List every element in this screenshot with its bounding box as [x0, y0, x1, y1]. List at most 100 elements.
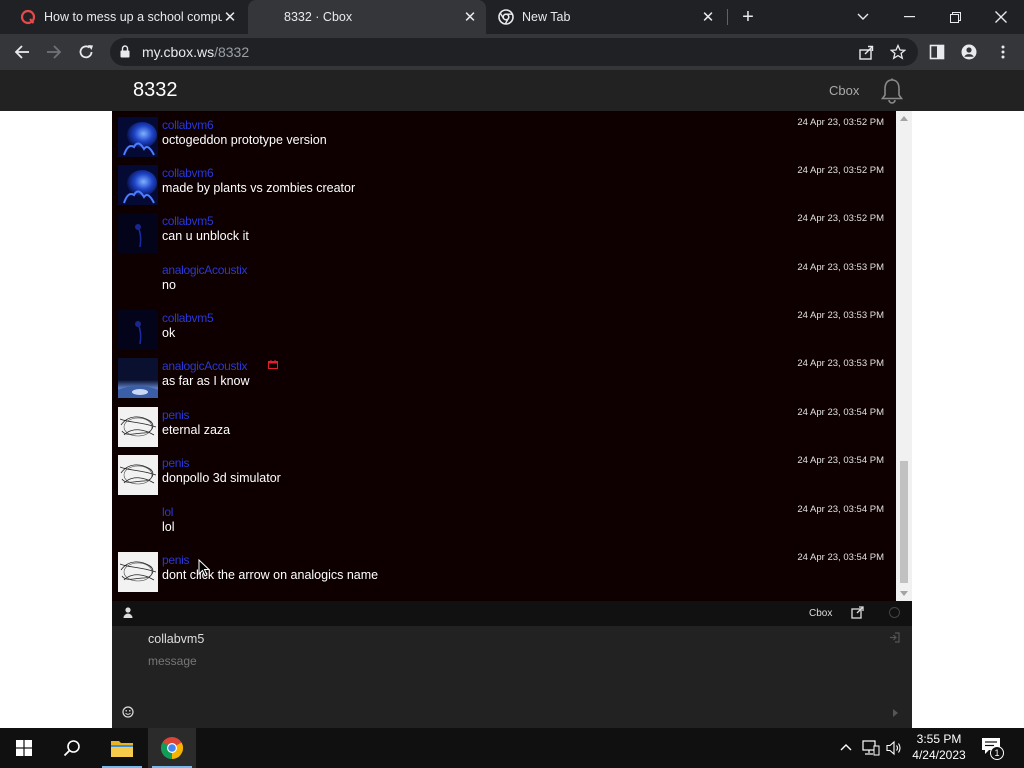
restore-button[interactable] — [932, 0, 978, 34]
network-icon[interactable] — [862, 740, 880, 756]
share-icon[interactable] — [858, 44, 874, 60]
scroll-thumb[interactable] — [900, 461, 908, 583]
message-username[interactable]: penis — [162, 456, 190, 470]
tab-new-tab[interactable]: New Tab ✕ — [488, 0, 724, 34]
message-row: penis eternal zaza 24 Apr 23, 03:54 PM — [112, 401, 896, 449]
tab-title: 8332 · Cbox — [284, 10, 353, 24]
user-icon[interactable] — [123, 607, 133, 618]
url-host: my.cbox.ws — [142, 44, 215, 60]
avatar[interactable] — [118, 117, 158, 157]
emoji-icon[interactable] — [122, 706, 134, 718]
message-time: 24 Apr 23, 03:52 PM — [797, 213, 884, 224]
cbox-label[interactable]: Cbox — [809, 608, 832, 619]
volume-icon[interactable] — [886, 740, 902, 756]
close-window-button[interactable] — [978, 0, 1024, 34]
sign-in-icon[interactable] — [889, 632, 900, 643]
tab-quora[interactable]: How to mess up a school computer ✕ — [0, 0, 246, 34]
message-username[interactable]: analogicAcoustix — [162, 359, 248, 373]
arrow-left-icon — [14, 45, 29, 59]
calendar-badge-icon[interactable] — [268, 360, 278, 369]
restore-icon — [949, 11, 961, 23]
avatar[interactable] — [118, 455, 158, 495]
message-row: collabvm6 octogeddon prototype version 2… — [112, 111, 896, 159]
message-list[interactable]: collabvm6 octogeddon prototype version 2… — [112, 111, 896, 601]
message-text: dont click the arrow on analogics name — [162, 568, 379, 582]
close-tab-icon[interactable]: ✕ — [700, 9, 716, 26]
scroll-down-arrow[interactable] — [900, 591, 908, 596]
back-button[interactable] — [8, 38, 36, 66]
message-row: penis donpollo 3d simulator 24 Apr 23, 0… — [112, 449, 896, 497]
message-row: penis dont click the arrow on analogics … — [112, 546, 896, 594]
message-time: 24 Apr 23, 03:53 PM — [797, 310, 884, 321]
avatar[interactable] — [118, 165, 158, 205]
compose-area: collabvm5 — [112, 626, 912, 728]
message-time: 24 Apr 23, 03:54 PM — [797, 552, 884, 563]
avatar[interactable] — [118, 358, 158, 398]
chrome-taskbar-button[interactable] — [148, 728, 196, 768]
compose-username[interactable]: collabvm5 — [148, 632, 204, 646]
message-scrollbar[interactable] — [896, 111, 912, 601]
minimize-button[interactable] — [886, 0, 932, 34]
message-input[interactable] — [144, 650, 844, 672]
send-arrow-icon[interactable] — [893, 709, 898, 717]
chat-frame: collabvm6 octogeddon prototype version 2… — [112, 111, 912, 728]
bookmark-star-icon[interactable] — [890, 44, 906, 60]
new-tab-button[interactable]: + — [738, 7, 758, 27]
message-username[interactable]: penis — [162, 553, 190, 567]
forward-button[interactable] — [40, 38, 68, 66]
avatar[interactable] — [118, 310, 158, 350]
message-username[interactable]: collabvm6 — [162, 118, 214, 132]
tab-strip: How to mess up a school computer ✕ 8332 … — [0, 0, 1024, 34]
chat-toolbar: Cbox — [112, 601, 912, 626]
close-tab-icon[interactable]: ✕ — [462, 9, 478, 26]
menu-kebab-icon[interactable] — [995, 44, 1011, 60]
windows-logo-icon — [16, 740, 32, 756]
tab-search-button[interactable] — [840, 0, 886, 34]
message-time: 24 Apr 23, 03:53 PM — [797, 262, 884, 273]
message-text: made by plants vs zombies creator — [162, 181, 356, 195]
message-row: analogicAcoustix no 24 Apr 23, 03:53 PM — [112, 256, 896, 304]
tab-title: New Tab — [522, 10, 571, 24]
close-tab-icon[interactable]: ✕ — [222, 9, 238, 26]
chevron-up-icon[interactable] — [840, 743, 852, 751]
lock-icon[interactable] — [120, 45, 130, 58]
start-button[interactable] — [0, 728, 48, 768]
cbox-link[interactable]: Cbox — [829, 83, 859, 98]
message-row: collabvm6 made by plants vs zombies crea… — [112, 159, 896, 207]
message-time: 24 Apr 23, 03:54 PM — [797, 455, 884, 466]
bell-icon[interactable] — [880, 78, 904, 104]
mouse-cursor-icon — [198, 559, 210, 577]
file-explorer-button[interactable] — [98, 728, 146, 768]
message-time: 24 Apr 23, 03:52 PM — [797, 165, 884, 176]
message-text: can u unblock it — [162, 229, 249, 243]
avatar[interactable] — [118, 407, 158, 447]
message-text: eternal zaza — [162, 423, 231, 437]
message-username[interactable]: collabvm5 — [162, 214, 214, 228]
clock-date: 4/24/2023 — [912, 748, 966, 762]
system-clock[interactable]: 3:55 PM 4/24/2023 — [904, 731, 974, 763]
avatar[interactable] — [118, 213, 158, 253]
address-bar[interactable]: my.cbox.ws/8332 — [110, 38, 918, 66]
folder-icon — [111, 741, 133, 757]
message-row: collabvm5 can u unblock it 24 Apr 23, 03… — [112, 207, 896, 255]
search-button[interactable] — [48, 728, 96, 768]
avatar[interactable] — [118, 552, 158, 592]
message-username[interactable]: analogicAcoustix — [162, 263, 248, 277]
reload-button[interactable] — [72, 38, 100, 66]
url-path: /8332 — [214, 44, 250, 60]
tab-cbox[interactable]: 8332 · Cbox ✕ — [248, 0, 486, 34]
message-username[interactable]: lol — [162, 505, 173, 519]
external-link-icon[interactable] — [851, 606, 864, 619]
scroll-up-arrow[interactable] — [900, 116, 908, 121]
message-username[interactable]: collabvm6 — [162, 166, 214, 180]
chrome-icon — [161, 737, 183, 759]
arrow-right-icon — [47, 45, 62, 59]
profile-icon[interactable] — [961, 44, 977, 60]
message-row: lol lol 24 Apr 23, 03:54 PM — [112, 498, 896, 546]
message-text: no — [162, 278, 176, 292]
message-username[interactable]: collabvm5 — [162, 311, 214, 325]
message-username[interactable]: penis — [162, 408, 190, 422]
chevron-down-icon — [857, 13, 869, 20]
message-time: 24 Apr 23, 03:52 PM — [797, 117, 884, 128]
side-panel-icon[interactable] — [929, 44, 945, 60]
